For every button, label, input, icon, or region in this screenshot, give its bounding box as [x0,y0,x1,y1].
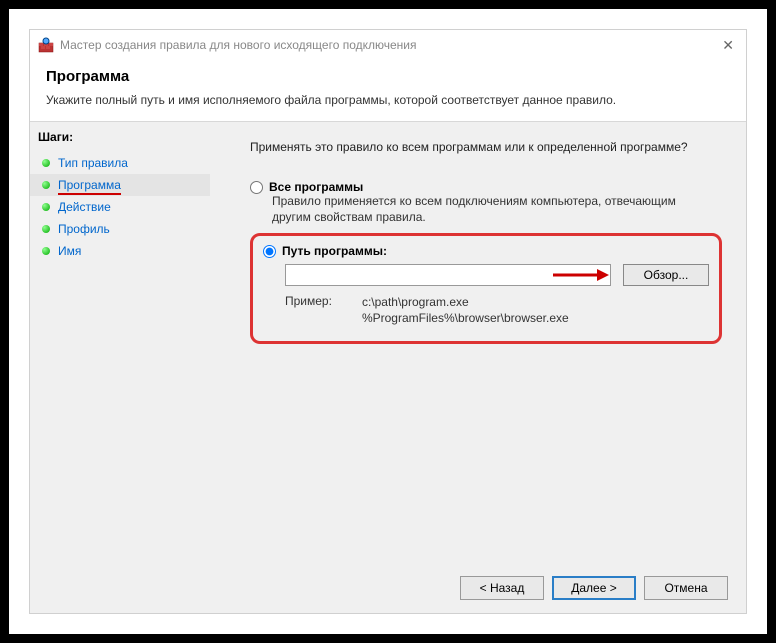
sidebar-item-rule-type[interactable]: Тип правила [30,152,210,174]
sidebar-item-label: Действие [58,200,111,214]
program-path-input[interactable] [285,264,611,286]
sidebar-item-label: Профиль [58,222,110,236]
close-icon[interactable]: ✕ [718,37,738,54]
sidebar-item-profile[interactable]: Профиль [30,218,210,240]
steps-sidebar: Шаги: Тип правила Программа Действие Про… [30,122,210,563]
sidebar-item-label: Тип правила [58,156,128,170]
cancel-button[interactable]: Отмена [644,576,728,600]
example-paths: c:\path\program.exe %ProgramFiles%\brows… [362,294,569,326]
bullet-icon [42,159,50,167]
bullet-icon [42,181,50,189]
page-subtitle: Укажите полный путь и имя исполняемого ф… [46,93,730,107]
radio-all-programs[interactable] [250,181,263,194]
browse-button[interactable]: Обзор... [623,264,709,286]
example-label: Пример: [285,294,332,326]
wizard-footer: < Назад Далее > Отмена [30,563,746,613]
bullet-icon [42,225,50,233]
wizard-header: Программа Укажите полный путь и имя испо… [30,60,746,122]
sidebar-item-name[interactable]: Имя [30,240,210,262]
question-text: Применять это правило ко всем программам… [250,140,722,154]
option-path-label: Путь программы: [282,244,387,258]
back-button[interactable]: < Назад [460,576,544,600]
next-button[interactable]: Далее > [552,576,636,600]
sidebar-item-action[interactable]: Действие [30,196,210,218]
option-all-desc: Правило применяется ко всем подключениям… [272,194,692,225]
radio-program-path[interactable] [263,245,276,258]
highlight-annotation: Путь программы: Обзор... Пример: c:\path… [250,233,722,343]
sidebar-item-program[interactable]: Программа [30,174,210,196]
page-title: Программа [46,68,730,85]
wizard-window: Мастер создания правила для нового исход… [29,29,747,614]
option-all-label: Все программы [269,180,363,194]
firewall-icon [38,37,54,53]
wizard-content: Применять это правило ко всем программам… [210,122,746,563]
option-all-programs: Все программы Правило применяется ко все… [250,180,722,225]
sidebar-item-label: Имя [58,244,81,258]
titlebar: Мастер создания правила для нового исход… [30,30,746,60]
steps-heading: Шаги: [30,128,210,152]
bullet-icon [42,203,50,211]
window-title: Мастер создания правила для нового исход… [60,38,718,52]
bullet-icon [42,247,50,255]
sidebar-item-label: Программа [58,178,121,192]
